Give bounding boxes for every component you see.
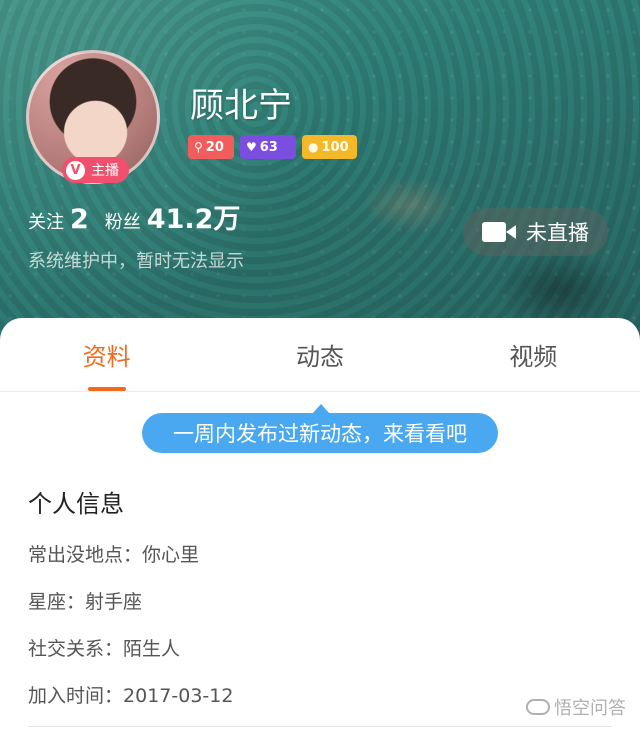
live-status-button[interactable]: 未直播 (463, 208, 608, 256)
coin-level-value: 100 (321, 139, 349, 155)
info-value: 2017-03-12 (123, 685, 234, 707)
info-row-zodiac: 星座：射手座 (28, 587, 142, 614)
info-label: 常出没地点： (28, 544, 143, 566)
info-row-join-date: 加入时间：2017-03-12 (28, 681, 233, 708)
tab-videos[interactable]: 视频 (427, 318, 640, 391)
fans-label[interactable]: 粉丝 (105, 208, 141, 234)
coin-level-icon: ● (308, 140, 319, 154)
verified-v-icon: V (66, 160, 85, 180)
info-row-location: 常出没地点：你心里 (28, 540, 199, 567)
new-moments-tooltip[interactable]: 一周内发布过新动态，来看看吧 (142, 404, 498, 453)
live-status-label: 未直播 (526, 221, 589, 245)
fan-level-badge[interactable]: ♥ 63 (240, 135, 296, 159)
fan-level-value: 63 (259, 139, 278, 155)
anchor-badge-label: 主播 (91, 163, 119, 179)
wukong-logo-icon (526, 699, 550, 715)
tab-bar: 资料 动态 视频 (0, 318, 640, 392)
follow-stats: 关注 2 粉丝 41.2万 (28, 197, 256, 236)
tab-moments[interactable]: 动态 (213, 318, 426, 391)
personal-info-title: 个人信息 (28, 490, 124, 518)
video-camera-icon (482, 220, 516, 244)
info-value: 陌生人 (123, 638, 181, 660)
following-label[interactable]: 关注 (28, 208, 64, 234)
info-label: 加入时间： (28, 685, 124, 707)
info-label: 社交关系： (28, 638, 124, 660)
maintenance-notice: 系统维护中，暂时无法显示 (28, 251, 244, 272)
watermark: 悟空问答 (526, 694, 626, 720)
wealth-level-badge[interactable]: ⚲ 20 (188, 135, 234, 159)
info-value: 射手座 (85, 591, 143, 613)
tab-profile[interactable]: 资料 (0, 318, 213, 391)
info-row-relationship: 社交关系：陌生人 (28, 634, 180, 661)
wealth-level-value: 20 (205, 139, 224, 155)
coin-level-badge[interactable]: ● 100 (302, 135, 357, 159)
fans-count[interactable]: 41.2万 (147, 197, 241, 236)
anchor-badge: V 主播 (62, 157, 129, 183)
following-count[interactable]: 2 (70, 204, 89, 235)
fan-level-icon: ♥ (246, 140, 257, 154)
level-badges: ⚲ 20 ♥ 63 ● 100 (188, 135, 357, 159)
divider (28, 726, 612, 727)
wealth-level-icon: ⚲ (194, 140, 203, 154)
info-label: 星座： (28, 591, 86, 613)
username: 顾北宁 (190, 86, 292, 126)
watermark-text: 悟空问答 (554, 698, 626, 719)
info-value: 你心里 (142, 544, 200, 566)
profile-card: 资料 动态 视频 一周内发布过新动态，来看看吧 个人信息 常出没地点：你心里 星… (0, 318, 640, 730)
